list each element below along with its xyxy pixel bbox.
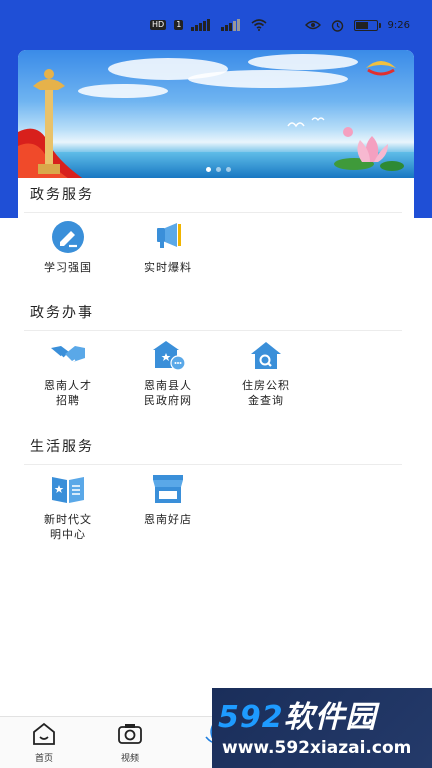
banner-carousel[interactable] xyxy=(18,50,414,178)
megaphone-icon xyxy=(157,223,181,248)
lotus-decor xyxy=(334,127,404,171)
book-star-icon xyxy=(52,477,84,503)
service-label: 恩南好店 xyxy=(144,513,192,526)
service-label: 恩南县人 民政府网 xyxy=(144,379,192,407)
watermark-logo: 592软件园 xyxy=(218,692,377,736)
service-item-good-shop[interactable]: 恩南好店 xyxy=(118,472,218,527)
signal-icon-2 xyxy=(221,19,243,31)
watermark-text: 软件园 xyxy=(283,700,377,735)
hd-badge: HD xyxy=(150,20,167,30)
watermark-number: 592 xyxy=(218,700,284,735)
status-time: 9:26 xyxy=(387,19,410,31)
main-card: 政务服务 学习强国 实时爆料 政务办事 恩南人才 招聘 恩南县人 民政府网 住房… xyxy=(18,50,414,750)
huabiao-pillar-decor xyxy=(33,69,65,174)
cloud-decor xyxy=(188,70,348,88)
carousel-dot[interactable] xyxy=(226,167,231,172)
service-item-county-government[interactable]: 恩南县人 民政府网 xyxy=(118,338,218,408)
section-title: 政务服务 xyxy=(30,187,94,203)
pencil-icon xyxy=(52,221,84,253)
battery-icon xyxy=(353,19,381,31)
status-bar: HD 1 9:26 xyxy=(0,0,432,50)
section-divider xyxy=(24,330,402,331)
camera-icon xyxy=(118,724,142,744)
site-watermark: 592软件园 www.592xiazai.com xyxy=(212,688,432,768)
cloud-decor xyxy=(78,84,168,98)
section-title: 生活服务 xyxy=(30,439,94,455)
wifi-icon xyxy=(251,19,267,31)
cloud-decor xyxy=(248,54,358,70)
watermark-url: www.592xiazai.com xyxy=(222,738,412,758)
service-item-talent-recruitment[interactable]: 恩南人才 招聘 xyxy=(18,338,118,408)
section-divider xyxy=(24,212,402,213)
service-item-realtime-report[interactable]: 实时爆料 xyxy=(118,220,218,275)
alarm-icon xyxy=(331,19,344,32)
sim-badge: 1 xyxy=(174,20,184,30)
section-divider xyxy=(24,464,402,465)
eye-icon xyxy=(304,20,321,30)
carousel-indicator xyxy=(206,167,231,172)
service-label: 学习强国 xyxy=(44,261,92,274)
section-government-services: 政务服务 xyxy=(18,184,414,213)
carousel-dot[interactable] xyxy=(216,167,221,172)
carousel-dot[interactable] xyxy=(206,167,211,172)
tab-label: 视频 xyxy=(120,754,139,764)
tab-video[interactable]: 视频 xyxy=(100,721,160,764)
shop-icon xyxy=(153,475,183,503)
section-life-services: 生活服务 xyxy=(18,436,414,465)
service-label: 实时爆料 xyxy=(144,261,192,274)
service-item-study-power[interactable]: 学习强国 xyxy=(18,220,118,275)
tab-home[interactable]: 首页 xyxy=(14,721,74,764)
birds-decor xyxy=(287,117,325,128)
tab-label: 首页 xyxy=(34,754,53,764)
service-label: 新时代文 明中心 xyxy=(44,513,92,541)
house-search-icon xyxy=(251,342,281,369)
section-title: 政务办事 xyxy=(30,305,94,321)
service-item-civilization-center[interactable]: 新时代文 明中心 xyxy=(18,472,118,542)
handshake-icon xyxy=(51,346,85,366)
home-icon xyxy=(33,722,55,745)
service-item-housing-fund[interactable]: 住房公积 金查询 xyxy=(216,338,316,408)
signal-icon xyxy=(191,19,213,31)
government-building-icon xyxy=(153,341,186,371)
section-government-affairs: 政务办事 xyxy=(18,302,414,331)
service-label: 恩南人才 招聘 xyxy=(44,379,92,407)
service-label: 住房公积 金查询 xyxy=(242,379,290,407)
emblem-decor xyxy=(366,61,396,76)
